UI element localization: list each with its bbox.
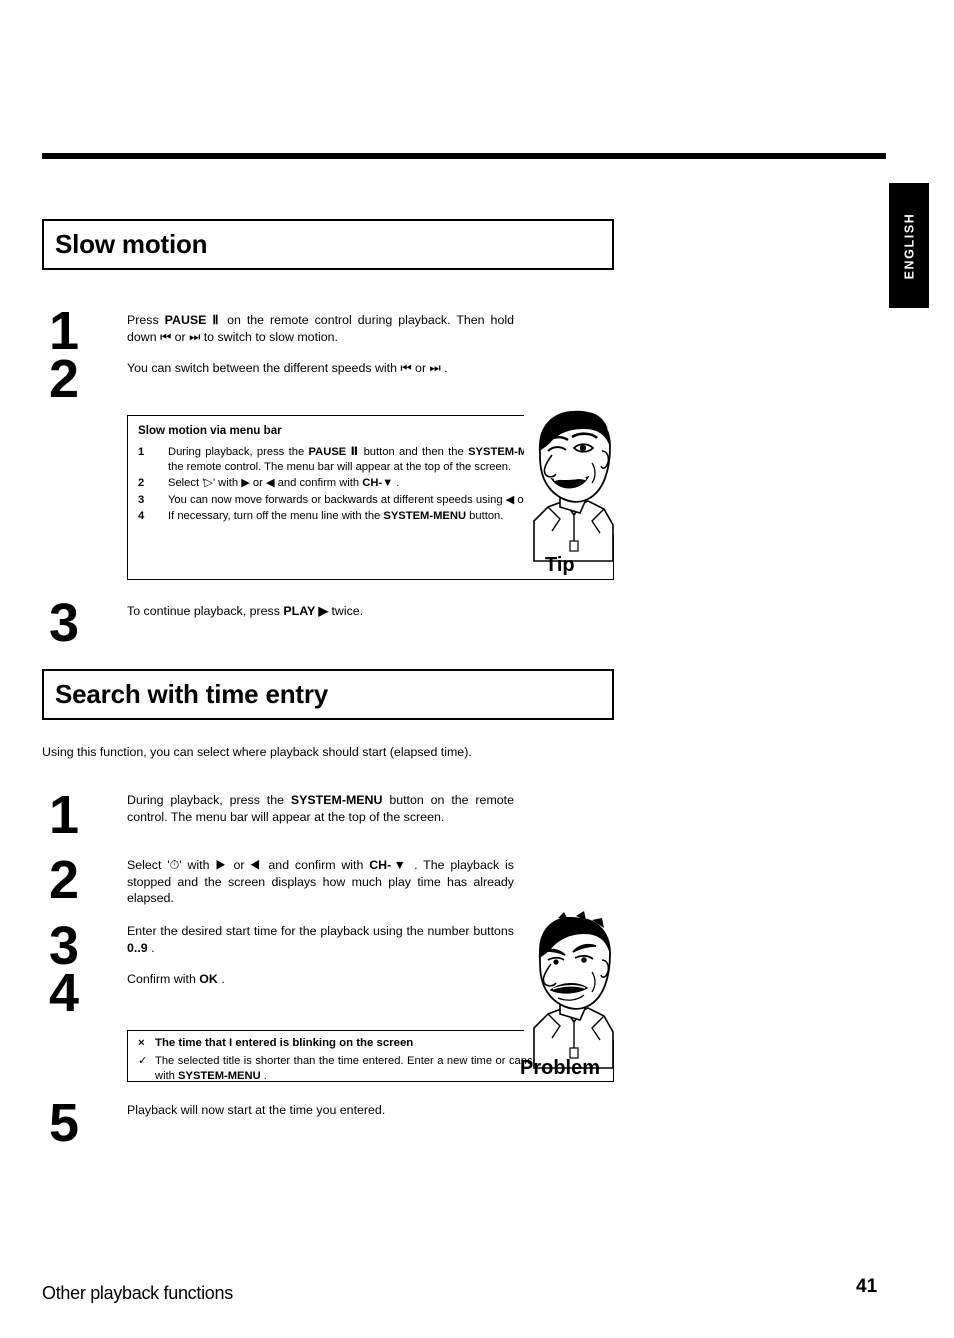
page-number: 41	[856, 1276, 878, 1297]
step-text: During playback, press the SYSTEM-MENU b…	[127, 793, 514, 824]
list-item-number: 1	[138, 446, 145, 458]
step-text: Confirm with OK .	[127, 972, 225, 986]
manual-page: ENGLISH Slow motion 1 Press PAUSE Ⅱ on t…	[0, 0, 954, 1338]
list-item-number: 3	[138, 493, 145, 506]
solution-mark-icon: ✓	[138, 1055, 148, 1068]
header-rule	[42, 153, 886, 159]
step-number: 1	[49, 301, 79, 361]
tip-mascot-label: Tip	[545, 554, 575, 576]
tip-mascot-icon	[518, 403, 618, 563]
list-item-number: 4	[138, 509, 145, 522]
section-title: Search with time entry	[55, 679, 329, 709]
step-text: Enter the desired start time for the pla…	[127, 924, 514, 955]
section-heading-slow-motion: Slow motion	[42, 219, 614, 270]
list-item-text: If necessary, turn off the menu line wit…	[168, 509, 504, 522]
section-title: Slow motion	[55, 229, 208, 259]
problem-mark-icon: ×	[138, 1037, 145, 1049]
step-text: To continue playback, press PLAY ▶ twice…	[127, 604, 364, 618]
list-item-text: Select '▷' with ▶ or ◀ and confirm with …	[168, 477, 400, 490]
step-number: 3	[49, 593, 79, 653]
step-text: Select '⏱' with ▶ or ◀ and confirm with …	[127, 858, 514, 906]
section-heading-search-time-entry: Search with time entry	[42, 669, 614, 720]
step-number: 1	[49, 785, 79, 845]
list-item-number: 2	[138, 477, 145, 490]
step-number: 5	[49, 1093, 79, 1153]
problem-mascot-label: Problem	[520, 1057, 601, 1079]
language-tab-label: ENGLISH	[902, 212, 917, 279]
footer-chapter-title: Other playback functions	[42, 1283, 233, 1303]
problem-statement-text: The time that I entered is blinking on t…	[155, 1037, 414, 1049]
step-number: 4	[49, 963, 79, 1023]
list-item-text: You can now move forwards or backwards a…	[168, 493, 546, 506]
step-number: 2	[49, 850, 79, 910]
section-intro-text: Using this function, you can select wher…	[42, 745, 472, 759]
step-text: Press PAUSE Ⅱ on the remote control duri…	[127, 313, 514, 344]
language-tab: ENGLISH	[889, 183, 929, 308]
step-text: You can switch between the different spe…	[127, 361, 448, 375]
problem-mascot-icon	[518, 910, 618, 1070]
step-number: 2	[49, 349, 79, 409]
step-text: Playback will now start at the time you …	[127, 1103, 386, 1117]
